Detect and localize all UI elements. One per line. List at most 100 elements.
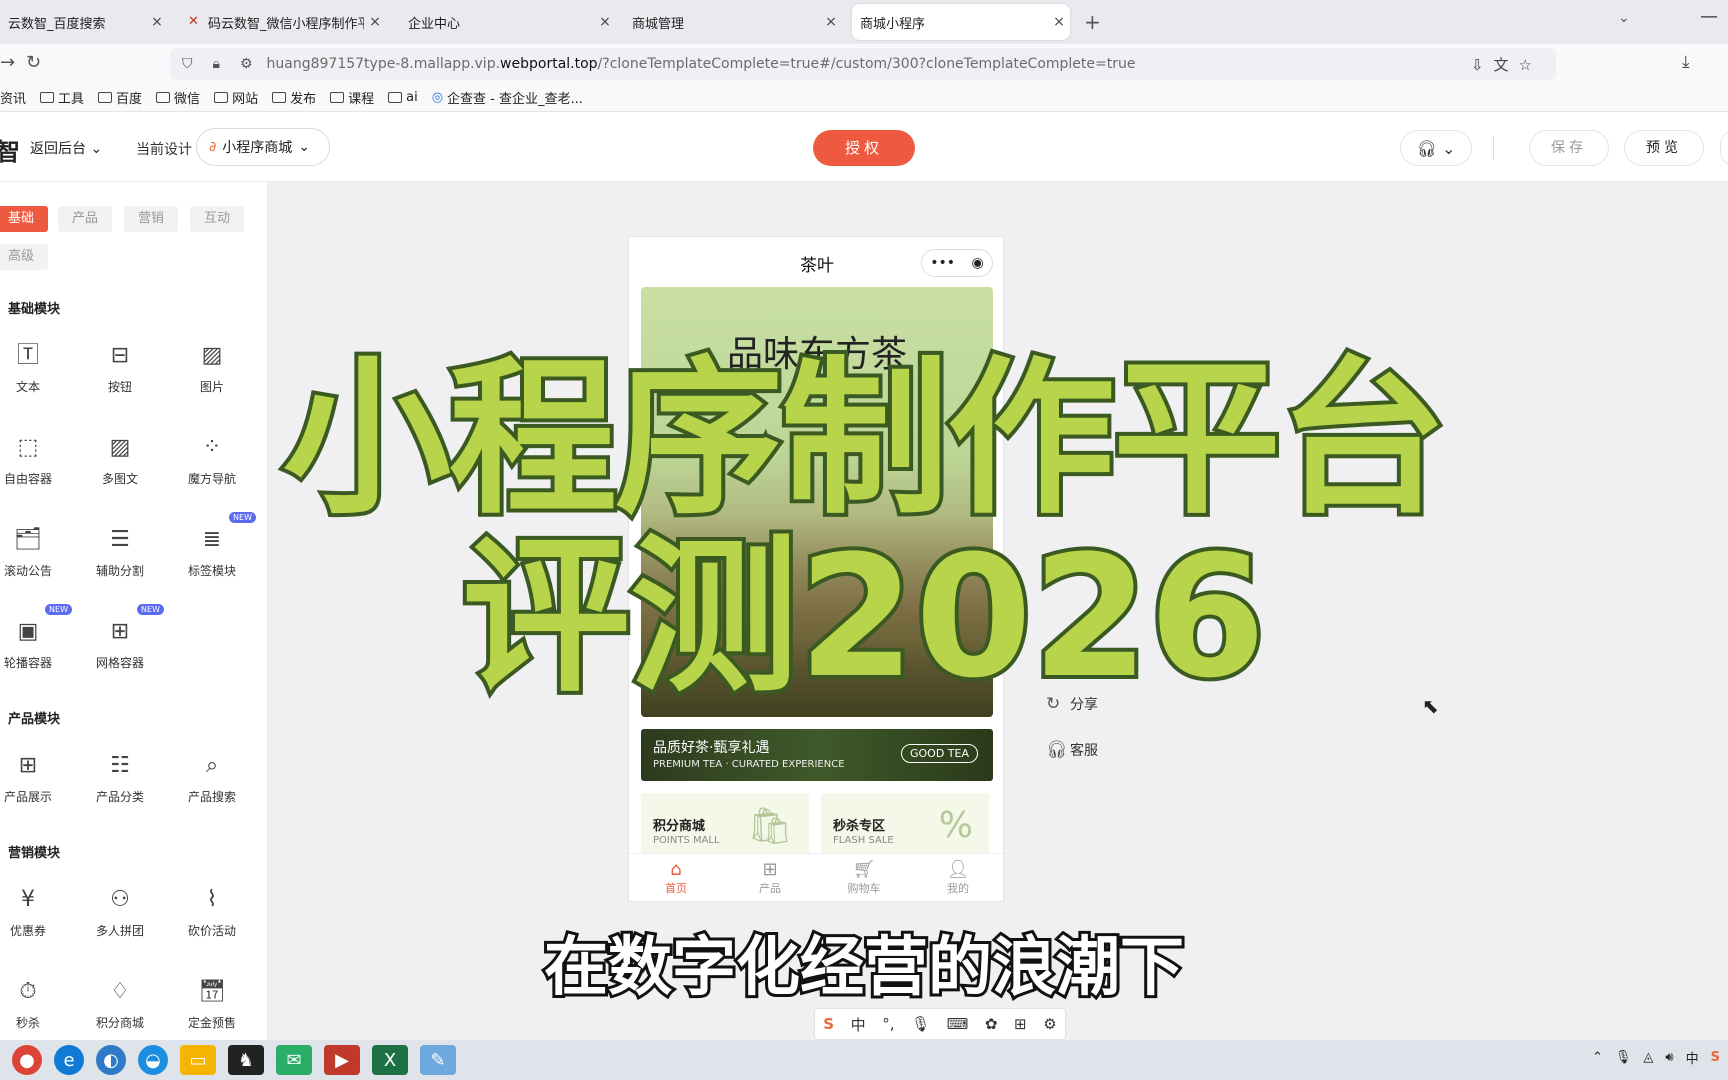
settings-icon[interactable]: ⚙ [1043, 1015, 1056, 1033]
tab-title: 商城管理 [632, 16, 685, 32]
browser-tab-active[interactable]: 商城小程序 × [852, 4, 1070, 40]
bookmark-folder[interactable]: 百度 [98, 88, 142, 107]
bookmark-folder[interactable]: 工具 [40, 88, 84, 107]
browser-tab[interactable]: 企业中心 × [400, 4, 616, 40]
qq-icon[interactable]: ♞ [228, 1045, 264, 1075]
tab-advanced[interactable]: 高级 [0, 244, 48, 270]
product-grid-icon: ⊞ [18, 753, 38, 778]
lock-icon: 🔒︎ [212, 56, 220, 72]
miniprogram-capsule[interactable]: ••• ◉ [921, 249, 993, 277]
tabbar-cart[interactable]: 🛒︎ 购物车 [817, 854, 911, 901]
tab-basic[interactable]: 基础 [0, 206, 48, 232]
design-select[interactable]: ∂ 小程序商城 ⌄ [196, 128, 330, 166]
browser-tab[interactable]: ✕ 码云数智_微信小程序制作平台_ × [180, 4, 386, 40]
star-icon[interactable]: ☆ [1519, 56, 1542, 74]
punctuation-icon[interactable]: °, [882, 1015, 894, 1033]
microphone-icon[interactable]: 🎙︎ [911, 1015, 930, 1033]
chevron-up-icon[interactable]: ⌃ [1592, 1050, 1603, 1065]
tabbar-home[interactable]: ⌂ 首页 [629, 854, 723, 901]
bookmark-item[interactable]: 资讯 [0, 88, 26, 107]
wechat-icon[interactable]: ✉ [276, 1045, 312, 1075]
sale-bag-icon: % [938, 805, 973, 846]
permissions-icon[interactable]: ⚙ [240, 56, 253, 72]
sogou-icon[interactable]: S [1711, 1050, 1720, 1065]
divider [1493, 136, 1494, 160]
tab-interaction[interactable]: 互动 [190, 206, 244, 232]
microphone-icon[interactable]: 🎙︎ [1615, 1050, 1632, 1065]
widget-product-display[interactable]: ⊞ 产品展示 [0, 752, 64, 822]
browser-icon[interactable]: ◐ [96, 1045, 126, 1075]
headline-line-1: 小程序制作平台 [279, 341, 1451, 537]
excel-icon[interactable]: X [372, 1045, 408, 1075]
new-tab-button[interactable]: + [1084, 10, 1101, 34]
grid-icon[interactable]: ⊞ [1014, 1015, 1027, 1033]
more-icon[interactable]: ••• [930, 255, 955, 271]
tabbar-products[interactable]: ⊞ 产品 [723, 854, 817, 901]
folder-icon [156, 92, 171, 103]
tab-title: 云数智_百度搜索 [8, 16, 106, 32]
browser-tab[interactable]: 云数智_百度搜索 × [0, 4, 168, 40]
minimize-icon[interactable]: — [1700, 6, 1718, 27]
notepad-icon[interactable]: ✎ [420, 1045, 456, 1075]
section-title-basic: 基础模块 [8, 302, 61, 317]
download-icon[interactable]: ⤓ [1682, 52, 1690, 72]
close-icon[interactable]: × [146, 14, 168, 30]
close-icon[interactable]: × [820, 14, 842, 30]
file-explorer-icon[interactable]: ▭ [180, 1045, 216, 1075]
tabbar-profile[interactable]: 👤︎ 我的 [911, 854, 1003, 901]
install-icon[interactable]: ⇩ [1471, 56, 1494, 74]
address-bar[interactable]: ⛉ 🔒︎ ⚙ huang897157type-8.mallapp.vip.web… [170, 48, 1556, 80]
system-tray: ⌃ 🎙︎ ◬ 🔊︎ 中 S [1580, 1048, 1720, 1067]
close-icon[interactable]: × [594, 14, 616, 30]
editor-header: 智 返回后台 ⌄ 当前设计 ∂ 小程序商城 ⌄ 授权 🎧︎ ⌄ 保存 预览 [0, 112, 1728, 182]
skin-icon[interactable]: ✿ [985, 1015, 998, 1033]
ime-logo: S [823, 1015, 835, 1033]
bookmark-folder[interactable]: 课程 [330, 88, 374, 107]
folder-icon [40, 92, 55, 103]
translate-icon[interactable]: 文 [1494, 56, 1519, 74]
bookmark-item[interactable]: ◎ 企查查 - 查企业_查老... [432, 88, 583, 107]
widget-product-search[interactable]: ⌕ 产品搜索 [176, 752, 248, 822]
customer-support-button[interactable]: 🎧︎ ⌄ [1400, 130, 1472, 166]
back-to-admin-button[interactable]: 返回后台 ⌄ [30, 138, 102, 158]
promo-tag: GOOD TEA [901, 744, 979, 763]
ime-mode[interactable]: 中 [851, 1014, 866, 1035]
bookmark-folder[interactable]: ai [388, 90, 418, 105]
authorize-button[interactable]: 授权 [813, 130, 915, 166]
chevron-down-icon: ⌄ [90, 141, 103, 157]
keyboard-icon[interactable]: ⌨ [947, 1015, 969, 1033]
bargain-tag-icon: ⌇ [206, 887, 218, 912]
bookmark-folder[interactable]: 微信 [156, 88, 200, 107]
forward-icon[interactable]: → [0, 52, 15, 73]
publish-button[interactable] [1720, 130, 1728, 166]
url-text: huang897157type-8.mallapp.vip.webportal.… [267, 56, 1136, 72]
edge-dev-icon[interactable]: ◒ [138, 1045, 168, 1075]
side-menu-service[interactable]: 🎧︎ 客服 [1046, 740, 1098, 760]
browser-tab[interactable]: 商城管理 × [624, 4, 842, 40]
save-button[interactable]: 保存 [1529, 130, 1609, 166]
tab-marketing[interactable]: 营销 [124, 206, 178, 232]
close-icon[interactable]: × [364, 14, 386, 30]
close-icon[interactable]: × [1048, 14, 1070, 30]
media-icon[interactable]: ▶ [324, 1045, 360, 1075]
folder-icon [388, 92, 403, 103]
edge-icon[interactable]: e [54, 1045, 84, 1075]
promo-strip[interactable]: 品质好茶·甄享礼遇 PREMIUM TEA · CURATED EXPERIEN… [641, 729, 993, 781]
category-icon: ☷ [110, 753, 130, 778]
input-language[interactable]: 中 [1686, 1048, 1699, 1067]
brand-logo: 智 [0, 138, 20, 166]
ime-toolbar: S 中 °, 🎙︎ ⌨ ✿ ⊞ ⚙ [814, 1008, 1066, 1040]
chrome-icon[interactable]: ● [12, 1045, 42, 1075]
reload-icon[interactable]: ↻ [26, 52, 41, 73]
widget-product-category[interactable]: ☷ 产品分类 [84, 752, 156, 822]
bookmarks-bar: 资讯 工具 百度 微信 网站 发布 课程 ai ◎ 企查查 - 查企业_查老... [0, 84, 1728, 112]
volume-icon[interactable]: 🔊︎ [1665, 1050, 1673, 1065]
network-icon[interactable]: ◬ [1643, 1050, 1653, 1065]
shield-icon: ⛉ [182, 56, 193, 72]
chevron-down-icon[interactable]: ⌄ [1618, 10, 1630, 26]
tab-product[interactable]: 产品 [58, 206, 112, 232]
bookmark-folder[interactable]: 发布 [272, 88, 316, 107]
preview-button[interactable]: 预览 [1624, 130, 1704, 166]
bookmark-folder[interactable]: 网站 [214, 88, 258, 107]
target-icon[interactable]: ◉ [972, 255, 984, 271]
